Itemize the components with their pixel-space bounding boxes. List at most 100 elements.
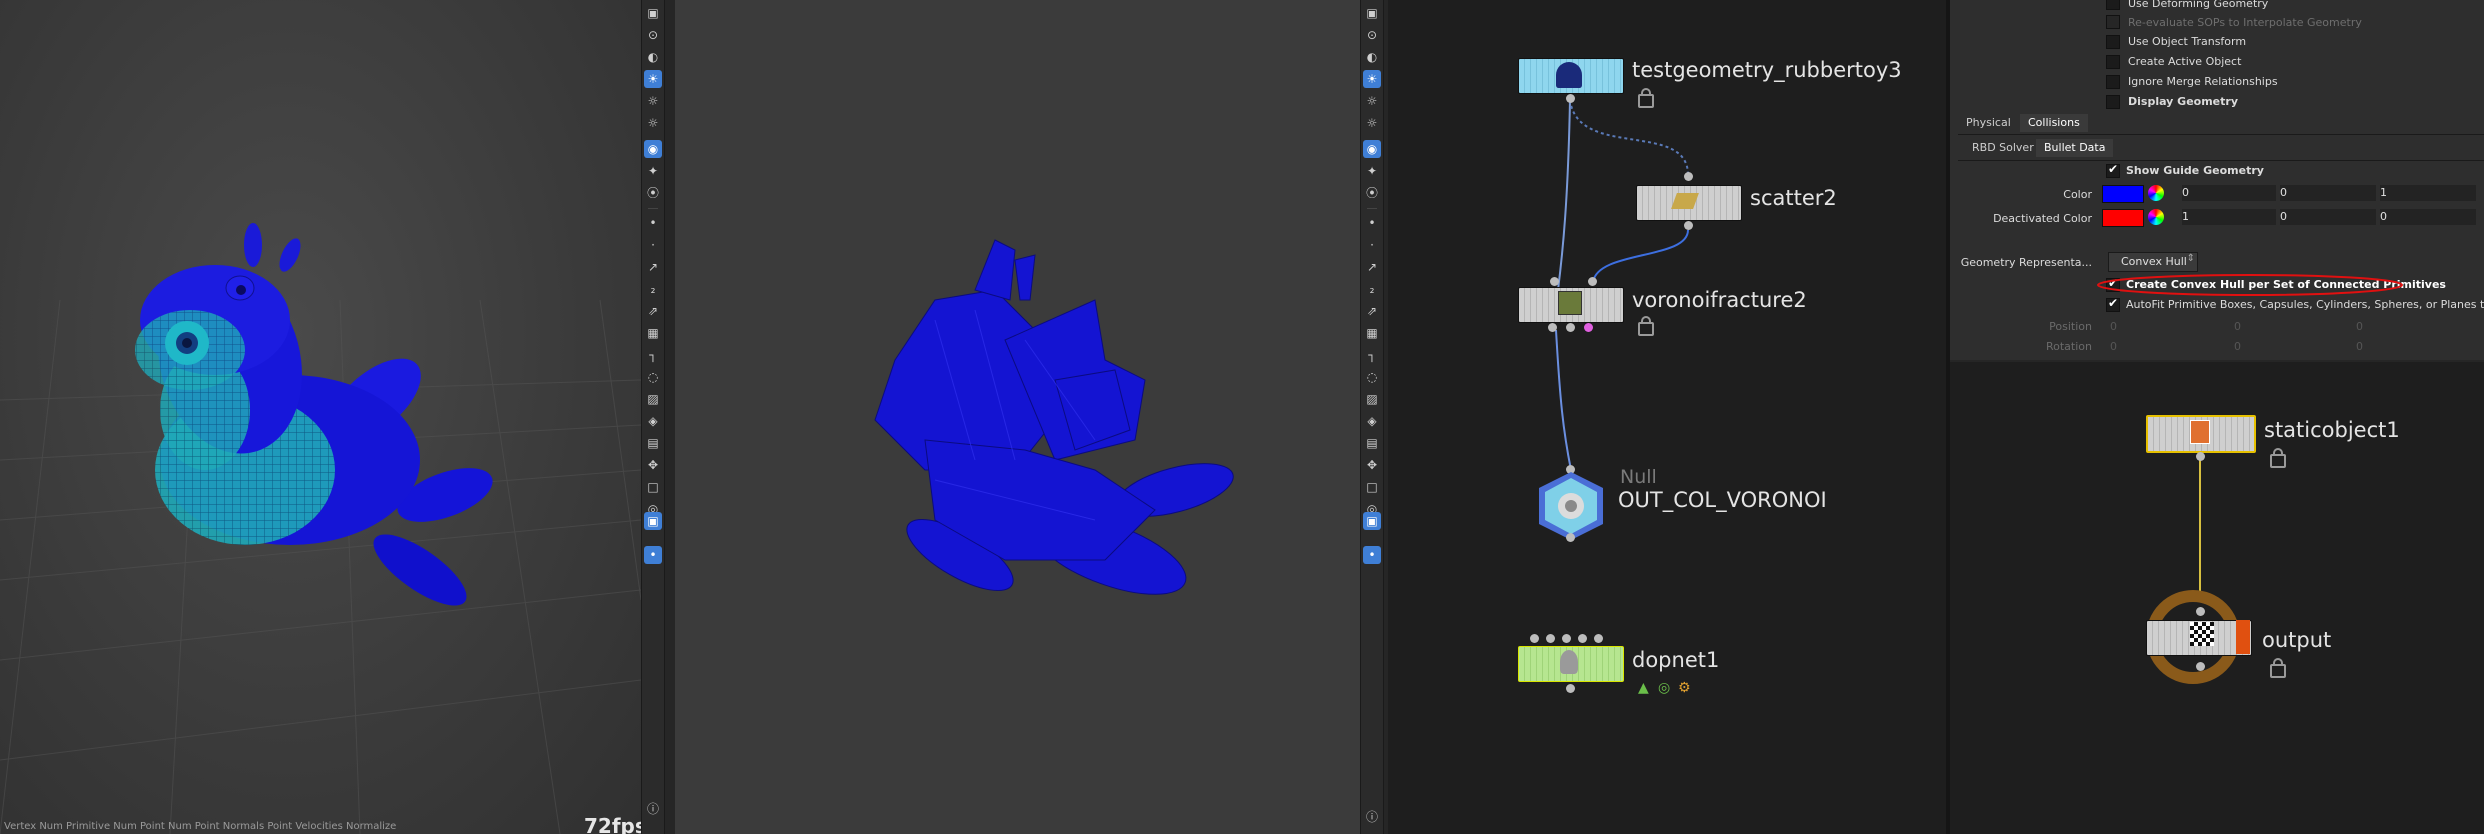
point-display-icon[interactable]: • xyxy=(644,214,662,232)
grid-icon[interactable]: □ xyxy=(1363,478,1381,496)
transform-icon[interactable]: ✥ xyxy=(1363,456,1381,474)
light-icon[interactable]: ☼ xyxy=(644,92,662,110)
snap-icon[interactable]: ⦿ xyxy=(644,184,662,202)
lock-icon[interactable] xyxy=(1638,88,1654,108)
lighting-icon[interactable]: ☀ xyxy=(644,70,662,88)
output-connector xyxy=(2196,662,2205,671)
autofit-label: AutoFit Primitive Boxes, Capsules, Cylin… xyxy=(2126,298,2484,311)
uv-icon[interactable]: ▦ xyxy=(644,324,662,342)
lock-icon[interactable] xyxy=(2270,448,2286,468)
node-label: scatter2 xyxy=(1750,186,1837,210)
bbox-icon[interactable]: ◈ xyxy=(644,412,662,430)
deactivated-b-field[interactable]: 0 xyxy=(2380,209,2476,225)
color-wheel-icon[interactable] xyxy=(2148,185,2164,201)
lock-icon[interactable] xyxy=(2270,658,2286,678)
shading-icon[interactable]: ◐ xyxy=(1363,48,1381,66)
lock-view-icon[interactable]: ▣ xyxy=(644,4,662,22)
normal-icon[interactable]: ↗ xyxy=(644,258,662,276)
viewport-toolbar-middle: ▣ ⊙ ◐ ☀ ☼ ☼ ◉ ✦ ⦿ • · ↗ ₂ ⇗ ▦ ┐ ◌ ▨ ◈ ▤ … xyxy=(1360,0,1384,834)
point-num-icon[interactable]: · xyxy=(1363,236,1381,254)
tab-bullet-data[interactable]: Bullet Data xyxy=(2036,139,2114,157)
dop-icon xyxy=(1560,650,1578,674)
node-label: voronoifracture2 xyxy=(1632,288,1807,312)
color-g-field[interactable]: 0 xyxy=(2280,185,2376,201)
bypass-icon[interactable]: ◎ xyxy=(1658,680,1670,696)
viewport-left[interactable]: Vertex Num Primitive Num Point Num Point… xyxy=(0,0,641,834)
point-num-icon[interactable]: · xyxy=(644,236,662,254)
checkbox[interactable] xyxy=(2106,0,2120,10)
checkbox[interactable] xyxy=(2106,15,2120,29)
backface-icon[interactable]: ┐ xyxy=(1363,346,1381,364)
lighting-icon[interactable]: ☀ xyxy=(1363,70,1381,88)
camera-icon[interactable]: ⊙ xyxy=(1363,26,1381,44)
color-wheel-icon[interactable] xyxy=(2148,209,2164,225)
wire-icon[interactable]: ▨ xyxy=(644,390,662,408)
network-view-dop[interactable]: staticobject1 output xyxy=(1950,362,2484,834)
network-view-sop[interactable]: testgeometry_rubbertoy3 scatter2 voronoi… xyxy=(1388,0,1948,834)
camera-icon[interactable]: ⊙ xyxy=(644,26,662,44)
tab-physical[interactable]: Physical xyxy=(1958,114,2019,132)
template-icon[interactable]: ◌ xyxy=(1363,368,1381,386)
uv-icon[interactable]: ▦ xyxy=(1363,324,1381,342)
help-icon[interactable]: ⓘ xyxy=(1363,808,1381,826)
warning-icon[interactable]: ⚙ xyxy=(1678,680,1691,696)
deactivated-g-field[interactable]: 0 xyxy=(2280,209,2376,225)
input-connector xyxy=(1550,277,1559,286)
geo-rep-menu[interactable]: Convex Hull ⇕ xyxy=(2108,252,2198,272)
node-label: OUT_COL_VORONOI xyxy=(1618,488,1827,512)
transform-icon[interactable]: ✥ xyxy=(644,456,662,474)
normal-icon[interactable]: ↗ xyxy=(1363,258,1381,276)
viewport-middle[interactable] xyxy=(675,0,1360,834)
checkbox[interactable] xyxy=(2106,75,2120,89)
checkbox[interactable] xyxy=(2106,95,2120,109)
node-label: output xyxy=(2262,628,2332,652)
ghost-icon[interactable]: ✦ xyxy=(644,162,662,180)
velocity-icon[interactable]: ⇗ xyxy=(644,302,662,320)
light-b-icon[interactable]: ☼ xyxy=(1363,114,1381,132)
tab-collisions[interactable]: Collisions xyxy=(2020,114,2088,132)
color-swatch[interactable] xyxy=(2102,185,2144,203)
backface-icon[interactable]: ┐ xyxy=(644,346,662,364)
viewport-status-text: Vertex Num Primitive Num Point Num Point… xyxy=(4,821,397,832)
lock-icon[interactable] xyxy=(1638,316,1654,336)
output-flag-icon xyxy=(2190,622,2214,646)
template-icon[interactable]: ◌ xyxy=(644,368,662,386)
prim-num-icon[interactable]: ₂ xyxy=(1363,280,1381,298)
color-b-field[interactable]: 1 xyxy=(2380,185,2476,201)
input-connector xyxy=(1562,634,1571,643)
ghost-icon[interactable]: ✦ xyxy=(1363,162,1381,180)
grid-icon[interactable]: □ xyxy=(644,478,662,496)
deactivated-color-swatch[interactable] xyxy=(2102,209,2144,227)
render-icon[interactable]: ▣ xyxy=(1363,512,1381,530)
image-icon[interactable]: ▤ xyxy=(644,434,662,452)
image-icon[interactable]: ▤ xyxy=(1363,434,1381,452)
wire-icon[interactable]: ▨ xyxy=(1363,390,1381,408)
info-icon[interactable]: • xyxy=(1363,546,1381,564)
snap-icon[interactable]: ⦿ xyxy=(1363,184,1381,202)
help-icon[interactable]: ⓘ xyxy=(644,800,662,818)
geo-rep-value: Convex Hull xyxy=(2121,255,2187,268)
light-icon[interactable]: ☼ xyxy=(1363,92,1381,110)
display-icon[interactable]: ◉ xyxy=(644,140,662,158)
color-r-field[interactable]: 0 xyxy=(2182,185,2276,201)
shading-icon[interactable]: ◐ xyxy=(644,48,662,66)
flag-icon[interactable]: ▲ xyxy=(1638,680,1649,696)
info-icon[interactable]: • xyxy=(644,546,662,564)
lock-view-icon[interactable]: ▣ xyxy=(1363,4,1381,22)
bbox-icon[interactable]: ◈ xyxy=(1363,412,1381,430)
prim-num-icon[interactable]: ₂ xyxy=(644,280,662,298)
render-icon[interactable]: ▣ xyxy=(644,512,662,530)
velocity-icon[interactable]: ⇗ xyxy=(1363,302,1381,320)
display-icon[interactable]: ◉ xyxy=(1363,140,1381,158)
rotation-label: Rotation xyxy=(2045,340,2092,353)
point-display-icon[interactable]: • xyxy=(1363,214,1381,232)
light-b-icon[interactable]: ☼ xyxy=(644,114,662,132)
deactivated-r-field[interactable]: 1 xyxy=(2182,209,2276,225)
checkbox[interactable] xyxy=(2106,55,2120,69)
show-guide-checkbox[interactable] xyxy=(2106,162,2120,178)
tab-rbd-solver[interactable]: RBD Solver xyxy=(1964,139,2042,157)
input-connector xyxy=(1594,634,1603,643)
autofit-checkbox[interactable] xyxy=(2106,296,2120,312)
display-flag[interactable] xyxy=(2236,620,2250,654)
checkbox[interactable] xyxy=(2106,35,2120,49)
